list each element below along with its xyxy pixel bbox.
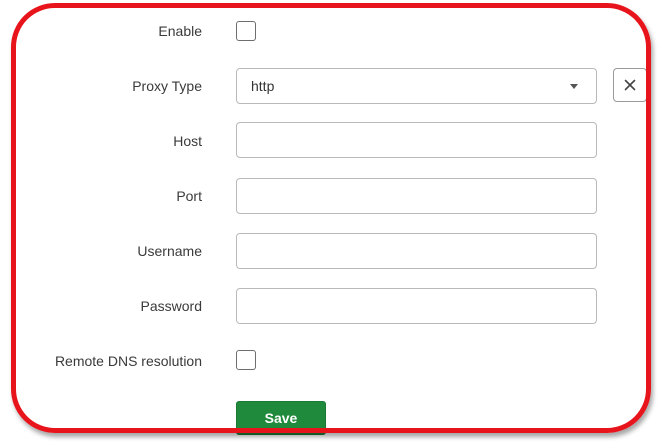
username-input[interactable] xyxy=(236,233,597,269)
password-input[interactable] xyxy=(236,288,597,324)
password-label: Password xyxy=(140,298,202,314)
proxy-type-value: http xyxy=(251,78,275,94)
proxy-settings-form: Enable Proxy Type http Host Port Usernam… xyxy=(0,0,666,446)
port-input[interactable] xyxy=(236,178,597,214)
username-label: Username xyxy=(137,243,202,259)
enable-label: Enable xyxy=(158,23,202,39)
host-label: Host xyxy=(173,133,202,149)
save-button[interactable]: Save xyxy=(236,401,326,435)
remote-dns-label: Remote DNS resolution xyxy=(54,353,202,369)
proxy-type-select[interactable]: http xyxy=(236,68,597,104)
port-label: Port xyxy=(176,188,202,204)
proxy-type-clear-button[interactable] xyxy=(613,68,647,102)
remote-dns-checkbox[interactable] xyxy=(236,350,256,370)
close-icon xyxy=(624,79,636,91)
proxy-type-label: Proxy Type xyxy=(132,78,202,94)
enable-checkbox[interactable] xyxy=(236,21,256,41)
host-input[interactable] xyxy=(236,122,597,158)
chevron-down-icon xyxy=(570,83,578,89)
